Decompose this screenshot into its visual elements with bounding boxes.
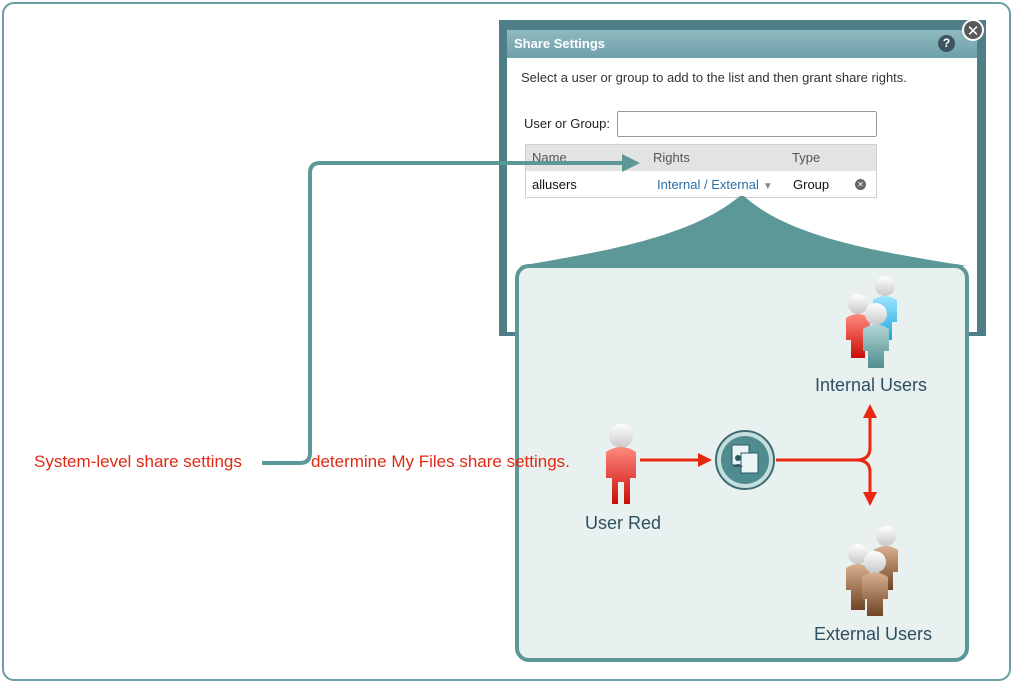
share-files-icon bbox=[715, 430, 775, 490]
internal-users-label: Internal Users bbox=[815, 375, 928, 395]
flow-arrow-hub-to-branch bbox=[776, 416, 872, 494]
connector-line bbox=[262, 161, 626, 465]
external-users-label: External Users bbox=[814, 624, 933, 644]
arrowhead-down bbox=[863, 492, 877, 506]
external-users-icon bbox=[846, 526, 898, 616]
user-red-icon bbox=[606, 424, 636, 504]
user-red-label: User Red bbox=[585, 513, 662, 533]
connector-arrowhead bbox=[622, 154, 640, 172]
caption-left: System-level share settings bbox=[34, 452, 242, 471]
caption-right: determine My Files share settings. bbox=[311, 452, 570, 471]
zoom-funnel bbox=[519, 196, 967, 266]
diagram-graphics bbox=[262, 154, 967, 616]
internal-users-icon bbox=[846, 276, 897, 368]
arrowhead-up bbox=[863, 404, 877, 418]
